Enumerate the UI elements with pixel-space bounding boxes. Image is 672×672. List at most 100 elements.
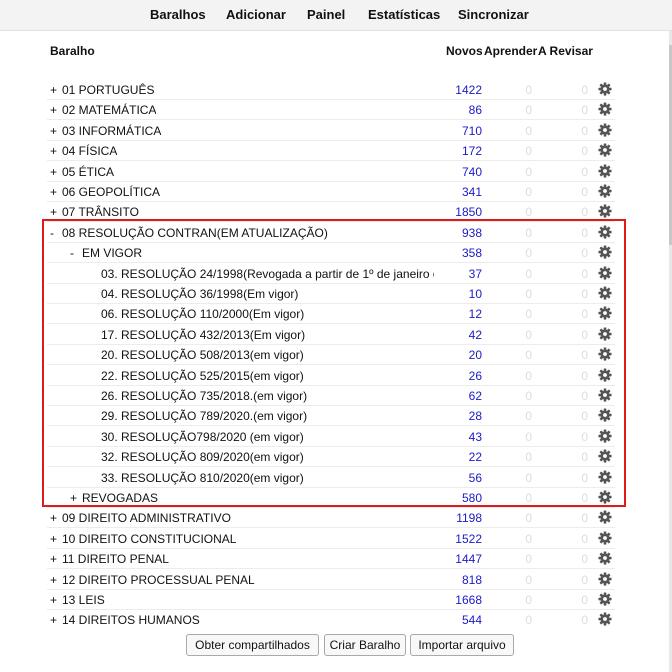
menu-sync[interactable]: Sincronizar bbox=[458, 7, 529, 22]
deck-name[interactable]: 11 DIREITO PENAL bbox=[62, 552, 169, 566]
gear-icon[interactable] bbox=[598, 164, 612, 178]
expand-toggle[interactable]: + bbox=[50, 552, 57, 566]
deck-row[interactable]: +02 MATEMÁTICA 86 0 0 bbox=[0, 100, 668, 121]
menu-statistics[interactable]: Estatísticas bbox=[368, 7, 440, 22]
menu-decks[interactable]: Baralhos bbox=[150, 7, 206, 22]
create-deck-button[interactable]: Criar Baralho bbox=[324, 634, 406, 656]
deck-row[interactable]: +13 LEIS 1668 0 0 bbox=[0, 590, 668, 610]
menu-dashboard[interactable]: Painel bbox=[307, 7, 345, 22]
deck-row[interactable]: +11 DIREITO PENAL 1447 0 0 bbox=[0, 549, 668, 570]
collapse-toggle[interactable]: - bbox=[50, 226, 54, 240]
gear-icon[interactable] bbox=[598, 531, 612, 545]
gear-icon[interactable] bbox=[598, 449, 612, 463]
gear-icon[interactable] bbox=[598, 388, 612, 402]
gear-icon[interactable] bbox=[598, 102, 612, 116]
gear-icon[interactable] bbox=[598, 470, 612, 484]
deck-row[interactable]: 26. RESOLUÇÃO 735/2018.(em vigor) 62 0 0 bbox=[0, 386, 668, 406]
deck-row[interactable]: +06 GEOPOLÍTICA 341 0 0 bbox=[0, 182, 668, 202]
deck-name[interactable]: 03 INFORMÁTICA bbox=[62, 124, 161, 138]
deck-row[interactable]: 22. RESOLUÇÃO 525/2015(em vigor) 26 0 0 bbox=[0, 366, 668, 386]
get-shared-button[interactable]: Obter compartilhados bbox=[186, 634, 319, 656]
deck-row[interactable]: +04 FÍSICA 172 0 0 bbox=[0, 141, 668, 162]
collapse-toggle[interactable]: - bbox=[70, 246, 74, 260]
deck-name[interactable]: 22. RESOLUÇÃO 525/2015(em vigor) bbox=[101, 369, 304, 383]
expand-toggle[interactable]: + bbox=[50, 185, 57, 199]
deck-row[interactable]: +07 TRÂNSITO 1850 0 0 bbox=[0, 202, 668, 223]
import-file-button[interactable]: Importar arquivo bbox=[410, 634, 514, 656]
expand-toggle[interactable]: + bbox=[50, 511, 57, 525]
expand-toggle[interactable]: + bbox=[50, 124, 57, 138]
deck-name[interactable]: 03. RESOLUÇÃO 24/1998(Revogada a partir … bbox=[101, 267, 434, 281]
gear-icon[interactable] bbox=[598, 184, 612, 198]
deck-name[interactable]: 07 TRÂNSITO bbox=[62, 205, 139, 219]
deck-name[interactable]: 06. RESOLUÇÃO 110/2000(Em vigor) bbox=[101, 307, 304, 321]
gear-icon[interactable] bbox=[598, 429, 612, 443]
gear-icon[interactable] bbox=[598, 82, 612, 96]
gear-icon[interactable] bbox=[598, 490, 612, 504]
gear-icon[interactable] bbox=[598, 551, 612, 565]
deck-row[interactable]: 32. RESOLUÇÃO 809/2020(em vigor) 22 0 0 bbox=[0, 447, 668, 468]
deck-name[interactable]: 12 DIREITO PROCESSUAL PENAL bbox=[62, 573, 255, 587]
deck-row[interactable]: +01 PORTUGUÊS 1422 0 0 bbox=[0, 80, 668, 100]
gear-icon[interactable] bbox=[598, 306, 612, 320]
deck-name[interactable]: EM VIGOR bbox=[82, 246, 142, 260]
gear-icon[interactable] bbox=[598, 225, 612, 239]
expand-toggle[interactable]: + bbox=[50, 593, 57, 607]
deck-name[interactable]: 04 FÍSICA bbox=[62, 144, 117, 158]
menu-add[interactable]: Adicionar bbox=[226, 7, 286, 22]
gear-icon[interactable] bbox=[598, 245, 612, 259]
deck-name[interactable]: 10 DIREITO CONSTITUCIONAL bbox=[62, 532, 236, 546]
expand-toggle[interactable]: + bbox=[50, 83, 57, 97]
gear-icon[interactable] bbox=[598, 286, 612, 300]
deck-name[interactable]: 06 GEOPOLÍTICA bbox=[62, 185, 160, 199]
gear-icon[interactable] bbox=[598, 510, 612, 524]
expand-toggle[interactable]: + bbox=[50, 613, 57, 627]
deck-row[interactable]: +12 DIREITO PROCESSUAL PENAL 818 0 0 bbox=[0, 570, 668, 590]
deck-row[interactable]: -08 RESOLUÇÃO CONTRAN(EM ATUALIZAÇÃO) 938… bbox=[0, 223, 668, 243]
deck-name[interactable]: 02 MATEMÁTICA bbox=[62, 103, 156, 117]
deck-name[interactable]: 26. RESOLUÇÃO 735/2018.(em vigor) bbox=[101, 389, 307, 403]
gear-icon[interactable] bbox=[598, 408, 612, 422]
deck-row[interactable]: +09 DIREITO ADMINISTRATIVO 1198 0 0 bbox=[0, 508, 668, 529]
deck-name[interactable]: 29. RESOLUÇÃO 789/2020.(em vigor) bbox=[101, 409, 307, 423]
deck-name[interactable]: 08 RESOLUÇÃO CONTRAN(EM ATUALIZAÇÃO) bbox=[62, 226, 328, 240]
deck-row[interactable]: 29. RESOLUÇÃO 789/2020.(em vigor) 28 0 0 bbox=[0, 406, 668, 427]
deck-row[interactable]: 30. RESOLUÇÃO798/2020 (em vigor) 43 0 0 bbox=[0, 427, 668, 447]
deck-name[interactable]: 17. RESOLUÇÃO 432/2013(Em vigor) bbox=[101, 328, 305, 342]
deck-name[interactable]: REVOGADAS bbox=[82, 491, 158, 505]
deck-row[interactable]: - EM VIGOR 358 0 0 bbox=[0, 243, 668, 264]
expand-toggle[interactable]: + bbox=[50, 165, 57, 179]
gear-icon[interactable] bbox=[598, 143, 612, 157]
deck-name[interactable]: 20. RESOLUÇÃO 508/2013(em vigor) bbox=[101, 348, 304, 362]
deck-row[interactable]: +05 ÉTICA 740 0 0 bbox=[0, 162, 668, 182]
gear-icon[interactable] bbox=[598, 592, 612, 606]
expand-toggle[interactable]: + bbox=[50, 532, 57, 546]
expand-toggle[interactable]: + bbox=[70, 491, 77, 505]
deck-name[interactable]: 09 DIREITO ADMINISTRATIVO bbox=[62, 511, 231, 525]
deck-name[interactable]: 05 ÉTICA bbox=[62, 165, 114, 179]
deck-row[interactable]: 03. RESOLUÇÃO 24/1998(Revogada a partir … bbox=[0, 264, 668, 284]
expand-toggle[interactable]: + bbox=[50, 144, 57, 158]
deck-row[interactable]: +03 INFORMÁTICA 710 0 0 bbox=[0, 121, 668, 141]
gear-icon[interactable] bbox=[598, 368, 612, 382]
expand-toggle[interactable]: + bbox=[50, 103, 57, 117]
deck-name[interactable]: 01 PORTUGUÊS bbox=[62, 83, 154, 97]
deck-row[interactable]: 04. RESOLUÇÃO 36/1998(Em vigor) 10 0 0 bbox=[0, 284, 668, 304]
gear-icon[interactable] bbox=[598, 572, 612, 586]
deck-name[interactable]: 32. RESOLUÇÃO 809/2020(em vigor) bbox=[101, 450, 304, 464]
deck-row[interactable]: 06. RESOLUÇÃO 110/2000(Em vigor) 12 0 0 bbox=[0, 304, 668, 325]
deck-name[interactable]: 33. RESOLUÇÃO 810/2020(em vigor) bbox=[101, 471, 304, 485]
deck-row[interactable]: 33. RESOLUÇÃO 810/2020(em vigor) 56 0 0 bbox=[0, 468, 668, 488]
deck-row[interactable]: 20. RESOLUÇÃO 508/2013(em vigor) 20 0 0 bbox=[0, 345, 668, 366]
deck-name[interactable]: 13 LEIS bbox=[62, 593, 105, 607]
gear-icon[interactable] bbox=[598, 123, 612, 137]
deck-name[interactable]: 04. RESOLUÇÃO 36/1998(Em vigor) bbox=[101, 287, 298, 301]
gear-icon[interactable] bbox=[598, 612, 612, 626]
gear-icon[interactable] bbox=[598, 204, 612, 218]
deck-row[interactable]: + REVOGADAS 580 0 0 bbox=[0, 488, 668, 508]
gear-icon[interactable] bbox=[598, 347, 612, 361]
gear-icon[interactable] bbox=[598, 266, 612, 280]
deck-row[interactable]: +10 DIREITO CONSTITUCIONAL 1522 0 0 bbox=[0, 529, 668, 549]
deck-name[interactable]: 30. RESOLUÇÃO798/2020 (em vigor) bbox=[101, 430, 304, 444]
deck-name[interactable]: 14 DIREITOS HUMANOS bbox=[62, 613, 200, 627]
